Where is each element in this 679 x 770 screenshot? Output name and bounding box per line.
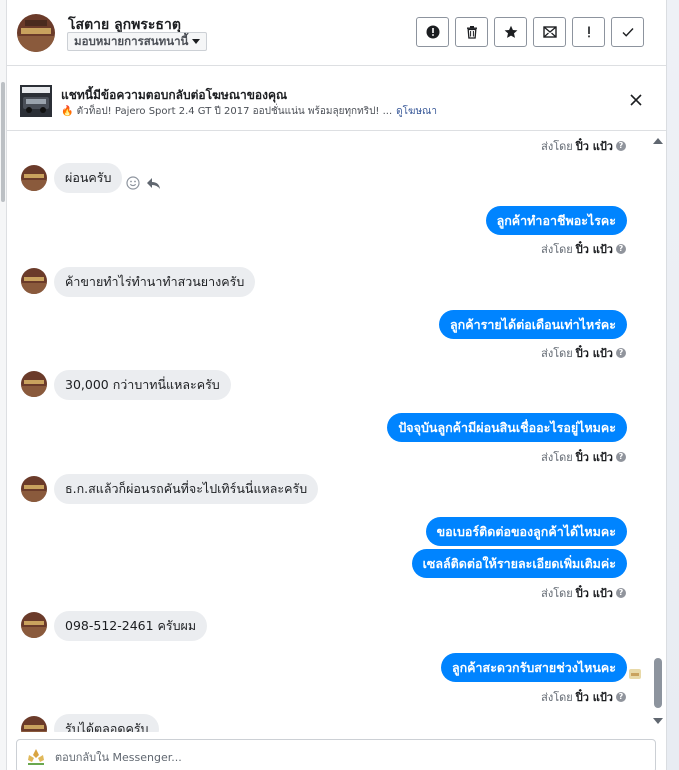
delete-button[interactable] (455, 17, 488, 47)
ad-thumbnail[interactable] (20, 85, 52, 117)
left-edge (0, 0, 7, 770)
avatar (21, 476, 47, 502)
avatar (21, 165, 47, 191)
close-icon[interactable] (629, 93, 643, 107)
sent-by-meta: ส่งโดย ปิ๋ว แป้ว? (541, 137, 626, 155)
star-icon (504, 25, 517, 38)
scroll-down-arrow-icon[interactable] (653, 718, 663, 724)
info-icon[interactable]: ? (616, 692, 626, 702)
emoji-reaction-icon[interactable] (126, 176, 140, 190)
incoming-message[interactable]: ค้าขายทำไร่ทำนาทำสวนยางครับ (54, 267, 256, 297)
reply-composer (16, 739, 656, 770)
message-thread: ส่งโดย ปิ๋ว แป้ว? ผ่อนครับ ลูกค้าทำอาชีพอ… (7, 132, 650, 732)
avatar (21, 716, 47, 732)
avatar (21, 612, 47, 638)
ad-headline: 🔥 ตัวท็อป! Pajero Sport 2.4 GT ปี 2017 อ… (61, 106, 393, 117)
outgoing-message[interactable]: ลูกค้ารายได้ต่อเดือนเท่าไหร่คะ (439, 310, 627, 339)
assign-conversation-dropdown[interactable]: มอบหมายการสนทนานี้ (67, 32, 208, 51)
sent-by-prefix: ส่งโดย (541, 140, 573, 153)
car-thumbnail-image (20, 85, 52, 117)
exclamation-icon (587, 26, 590, 38)
seen-avatar-icon (629, 669, 641, 679)
mark-unread-icon (542, 26, 557, 38)
info-icon[interactable]: ? (616, 588, 626, 598)
sent-by-name: ปิ๋ว แป้ว (575, 587, 613, 600)
sent-by-name: ปิ๋ว แป้ว (575, 347, 613, 360)
mark-spam-button[interactable] (416, 17, 449, 47)
outgoing-message[interactable]: เซลล์ติดต่อให้รายละเอียดเพิ่มเติมค่ะ (411, 549, 627, 578)
ad-banner-subtitle: 🔥 ตัวท็อป! Pajero Sport 2.4 GT ปี 2017 อ… (61, 104, 437, 119)
conversation-header: โสตาย ลูกพระธาตุ มอบหมายการสนทนานี้ (7, 0, 666, 66)
info-icon[interactable]: ? (616, 348, 626, 358)
sent-by-prefix: ส่งโดย (541, 243, 573, 256)
thread-scrollbar[interactable] (650, 132, 666, 732)
ad-reply-banner: แชทนี้มีข้อความตอบกลับต่อโฆษณาของคุณ 🔥 ต… (7, 67, 666, 131)
info-icon[interactable]: ? (616, 141, 626, 151)
sent-by-prefix: ส่งโดย (541, 587, 573, 600)
incoming-message[interactable]: ผ่อนครับ (54, 163, 123, 193)
alert-circle-icon (426, 25, 439, 39)
sent-by-meta: ส่งโดย ปิ๋ว แป้ว? (541, 584, 626, 602)
avatar-image (21, 476, 47, 502)
header-actions (416, 17, 644, 47)
avatar-image (21, 268, 47, 294)
sent-by-name: ปิ๋ว แป้ว (575, 451, 613, 464)
star-button[interactable] (494, 17, 527, 47)
outgoing-message[interactable]: ลูกค้าสะดวกรับสายช่วงไหนคะ (440, 653, 627, 682)
right-edge (666, 0, 679, 770)
avatar-image (21, 371, 47, 397)
avatar-image (17, 14, 55, 52)
scroll-up-arrow-icon[interactable] (653, 138, 663, 144)
sent-by-prefix: ส่งโดย (541, 451, 573, 464)
follow-up-button[interactable] (572, 17, 605, 47)
info-icon[interactable]: ? (616, 452, 626, 462)
scrollbar-thumb[interactable] (654, 658, 662, 708)
outgoing-message[interactable]: ขอเบอร์ติดต่อของลูกค้าได้ไหมคะ (425, 517, 627, 546)
avatar-image (21, 165, 47, 191)
sent-by-name: ปิ๋ว แป้ว (575, 243, 613, 256)
sent-by-name: ปิ๋ว แป้ว (575, 140, 613, 153)
left-scroll-nub[interactable] (1, 82, 5, 202)
outgoing-message[interactable]: ลูกค้าทำอาชีพอะไรคะ (485, 206, 627, 235)
incoming-message[interactable]: รับได้ตลอดครับ (54, 714, 160, 732)
outgoing-message[interactable]: ปัจจุบันลูกค้ามีผ่อนสินเชื่ออะไรอยู่ไหมค… (387, 413, 627, 442)
sent-by-meta: ส่งโดย ปิ๋ว แป้ว? (541, 344, 626, 362)
trash-icon (466, 26, 477, 39)
page-logo-icon (28, 749, 44, 765)
incoming-message[interactable]: 098-512-2461 ครับผม (54, 611, 208, 641)
avatar (21, 371, 47, 397)
reply-icon[interactable] (146, 177, 161, 190)
reply-input[interactable] (55, 748, 635, 766)
ad-banner-title: แชทนี้มีข้อความตอบกลับต่อโฆษณาของคุณ (61, 88, 288, 102)
incoming-message[interactable]: ธ.ก.สแล้วก็ผ่อนรถคันที่จะไปเทิร์นนี่แหละ… (54, 474, 319, 504)
incoming-message[interactable]: 30,000 กว่าบาทนี่แหละครับ (54, 370, 231, 400)
mark-unread-button[interactable] (533, 17, 566, 47)
sent-by-meta: ส่งโดย ปิ๋ว แป้ว? (541, 448, 626, 466)
sent-by-prefix: ส่งโดย (541, 347, 573, 360)
avatar-image (21, 612, 47, 638)
checkmark-icon (622, 28, 634, 37)
sent-by-meta: ส่งโดย ปิ๋ว แป้ว? (541, 240, 626, 258)
chevron-down-icon (192, 39, 201, 44)
conversation-panel: โสตาย ลูกพระธาตุ มอบหมายการสนทนานี้ แชทน… (7, 0, 666, 770)
mark-done-button[interactable] (611, 17, 644, 47)
avatar-image (21, 716, 47, 732)
avatar[interactable] (17, 14, 55, 52)
assign-label: มอบหมายการสนทนานี้ (74, 33, 189, 48)
sent-by-meta: ส่งโดย ปิ๋ว แป้ว? (541, 688, 626, 706)
sent-by-name: ปิ๋ว แป้ว (575, 691, 613, 704)
avatar (21, 268, 47, 294)
sent-by-prefix: ส่งโดย (541, 691, 573, 704)
info-icon[interactable]: ? (616, 244, 626, 254)
view-ad-link[interactable]: ดูโฆษณา (396, 104, 437, 119)
message-tools (126, 176, 161, 190)
